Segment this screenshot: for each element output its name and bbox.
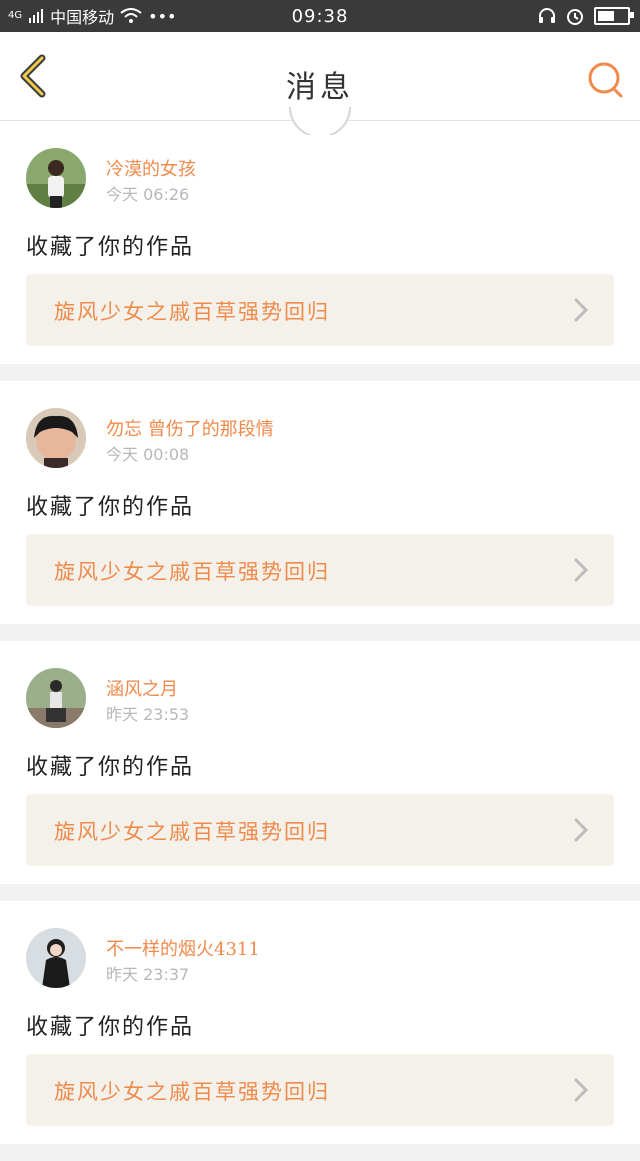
battery-icon [594,7,634,25]
action-text: 收藏了你的作品 [26,235,195,260]
work-title: 旋风少女之戚百草强势回归 [54,300,330,324]
work-link[interactable]: 旋风少女之戚百草强势回归 [26,794,614,866]
work-title: 旋风少女之戚百草强势回归 [54,820,330,844]
timestamp: 昨天 23:53 [106,705,190,724]
pull-refresh-indicator [289,107,351,135]
message-card: 勿忘 曾伤了的那段情 今天 00:08 收藏了你的作品 旋风少女之戚百草强势回归 [0,381,640,624]
avatar[interactable] [26,148,86,208]
page-title: 消息 [286,70,354,105]
message-card: 冷漠的女孩 今天 06:26 收藏了你的作品 旋风少女之戚百草强势回归 [0,107,640,364]
username[interactable]: 涵风之月 [106,675,178,701]
work-link[interactable]: 旋风少女之戚百草强势回归 [26,1054,614,1126]
timestamp: 昨天 23:37 [106,965,190,984]
status-bar: 4G 中国移动 ••• 09:38 [0,0,640,32]
action-text: 收藏了你的作品 [26,755,195,780]
timestamp: 今天 06:26 [106,185,190,204]
chevron-right-icon [574,298,589,322]
work-link[interactable]: 旋风少女之戚百草强势回归 [26,534,614,606]
clock: 09:38 [291,6,349,27]
username[interactable]: 勿忘 曾伤了的那段情 [106,415,274,441]
chevron-right-icon [574,818,589,842]
search-icon[interactable] [586,60,626,100]
chevron-right-icon [574,1078,589,1102]
avatar[interactable] [26,408,86,468]
avatar[interactable] [26,668,86,728]
action-text: 收藏了你的作品 [26,1015,195,1040]
avatar[interactable] [26,928,86,988]
action-text: 收藏了你的作品 [26,495,195,520]
username[interactable]: 冷漠的女孩 [106,155,196,181]
work-link[interactable]: 旋风少女之戚百草强势回归 [26,274,614,346]
chevron-right-icon [574,558,589,582]
username[interactable]: 不一样的烟火4311 [106,935,260,961]
message-card: 不一样的烟火4311 昨天 23:37 收藏了你的作品 旋风少女之戚百草强势回归 [0,901,640,1144]
timestamp: 今天 00:08 [106,445,190,464]
work-title: 旋风少女之戚百草强势回归 [54,1080,330,1104]
message-card: 涵风之月 昨天 23:53 收藏了你的作品 旋风少女之戚百草强势回归 [0,641,640,884]
work-title: 旋风少女之戚百草强势回归 [54,560,330,584]
message-list: 冷漠的女孩 今天 06:26 收藏了你的作品 旋风少女之戚百草强势回归 勿忘 曾… [0,107,640,1161]
